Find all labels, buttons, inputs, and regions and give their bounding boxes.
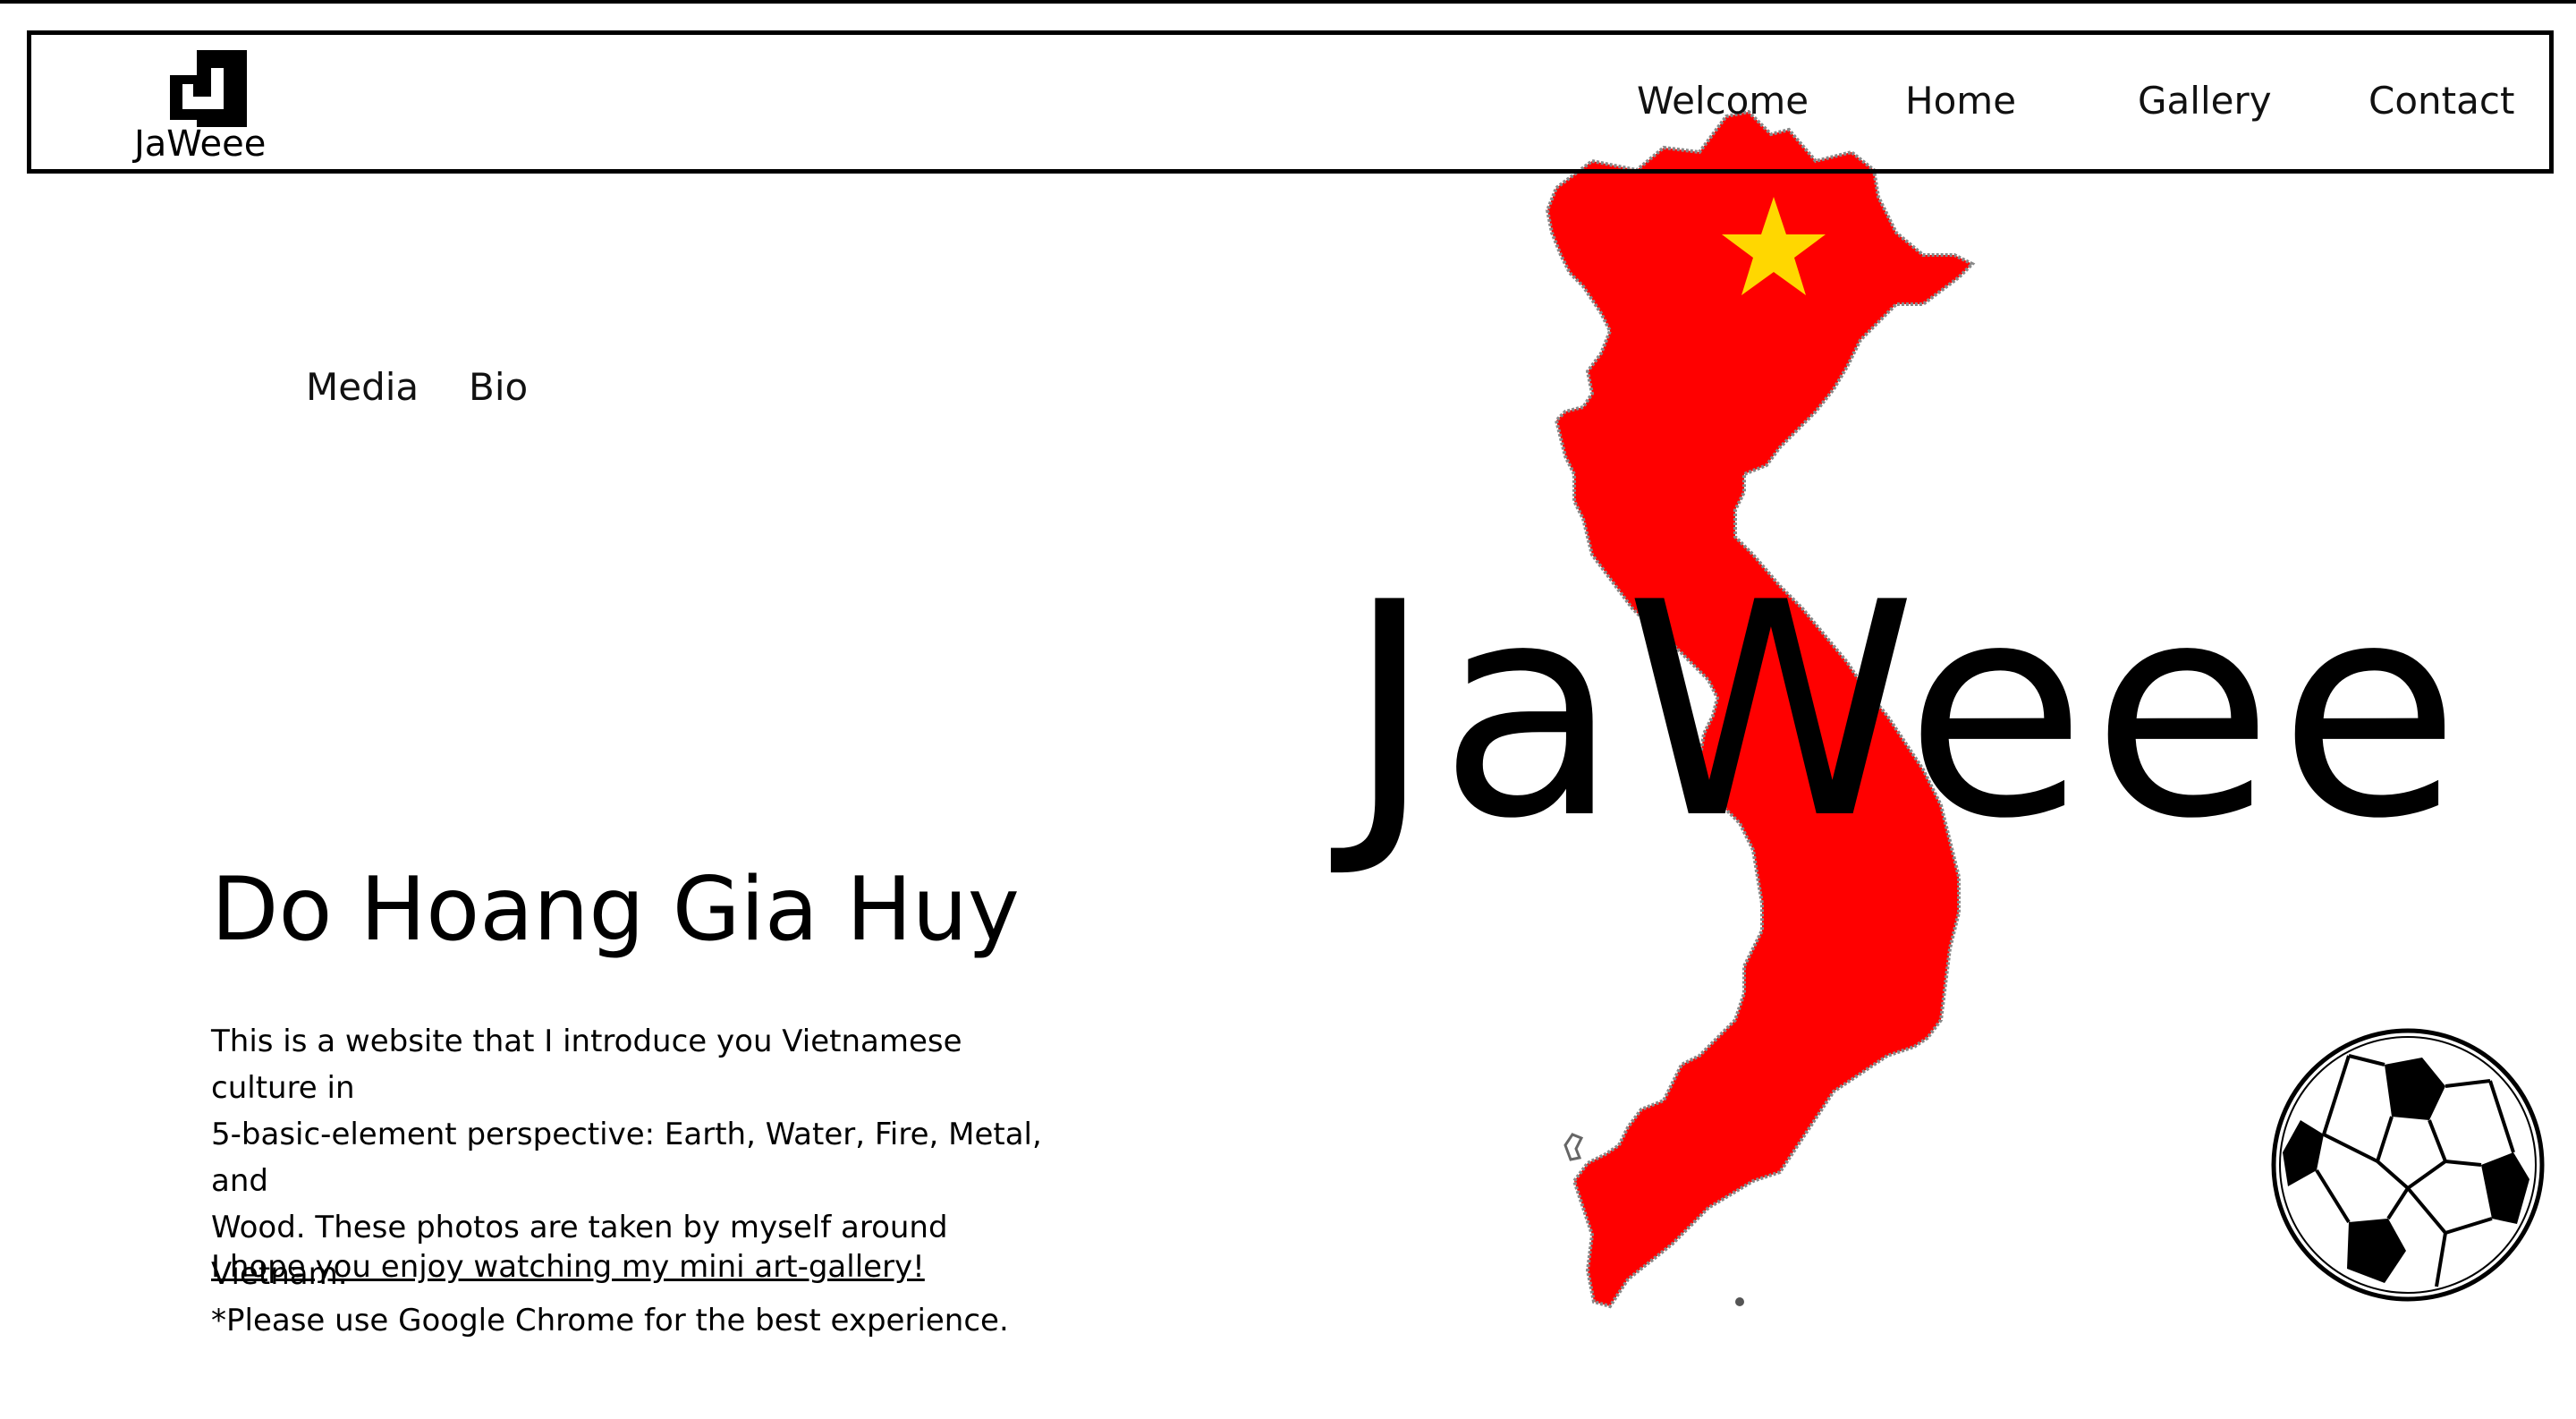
author-name: Do Hoang Gia Huy: [211, 859, 1020, 961]
page: JaWeee Welcome Home Gallery Contact Medi…: [0, 0, 2576, 1419]
closing-link[interactable]: I hope you enjoy watching my mini art-ga…: [211, 1249, 925, 1285]
top-border-line: [0, 0, 2576, 4]
intro-line: This is a website that I introduce you V…: [211, 1024, 962, 1106]
hero-title: JaWeee: [1346, 540, 2466, 883]
nav-link-welcome[interactable]: Welcome: [1637, 79, 1809, 123]
subnav-link-media[interactable]: Media: [306, 365, 419, 409]
nav-link-gallery[interactable]: Gallery: [2138, 79, 2272, 123]
intro-line: *Please use Google Chrome for the best e…: [211, 1303, 1009, 1338]
jaweee-logo-icon[interactable]: [168, 48, 249, 129]
logo-label[interactable]: JaWeee: [134, 123, 266, 165]
subnav-link-bio[interactable]: Bio: [469, 365, 528, 409]
nav-link-contact[interactable]: Contact: [2368, 79, 2514, 123]
soccer-ball-icon: [2271, 1028, 2545, 1302]
nav-link-home[interactable]: Home: [1905, 79, 2016, 123]
intro-line: 5-basic-element perspective: Earth, Wate…: [211, 1117, 1042, 1199]
intro-paragraph: This is a website that I introduce you V…: [211, 1018, 1070, 1344]
